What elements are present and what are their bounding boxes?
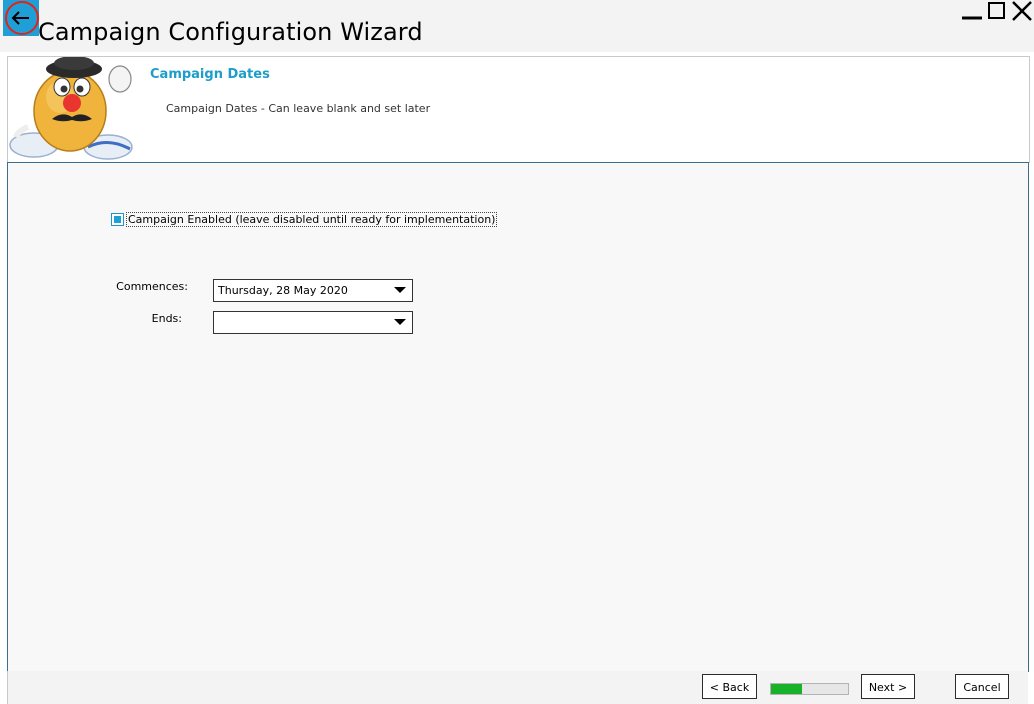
back-arrow-icon bbox=[11, 11, 29, 25]
cancel-button[interactable]: Cancel bbox=[955, 674, 1009, 699]
wizard-footer: < Back Next > Cancel bbox=[7, 671, 1028, 704]
checkbox-indeterminate-fill bbox=[114, 216, 121, 223]
chevron-down-icon[interactable] bbox=[394, 319, 406, 325]
step-description: Campaign Dates - Can leave blank and set… bbox=[166, 102, 431, 115]
ends-date-picker[interactable] bbox=[213, 311, 413, 334]
next-button[interactable]: Next > bbox=[861, 674, 915, 699]
commences-date-picker[interactable]: Thursday, 28 May 2020 bbox=[213, 279, 413, 302]
window-title: Campaign Configuration Wizard bbox=[38, 18, 423, 46]
commences-label: Commences: bbox=[116, 280, 188, 293]
back-button[interactable]: < Back bbox=[702, 674, 757, 699]
commences-value: Thursday, 28 May 2020 bbox=[218, 284, 348, 297]
wizard-header: Campaign Dates Campaign Dates - Can leav… bbox=[7, 56, 1030, 163]
title-bar: Campaign Configuration Wizard bbox=[0, 0, 1034, 52]
back-arrow-button[interactable] bbox=[3, 0, 39, 36]
wizard-progress-bar bbox=[770, 683, 849, 695]
chevron-down-icon[interactable] bbox=[394, 287, 406, 293]
step-title: Campaign Dates bbox=[150, 67, 270, 82]
potato-mascot-icon bbox=[9, 57, 133, 160]
campaign-enabled-label[interactable]: Campaign Enabled (leave disabled until r… bbox=[126, 212, 498, 227]
minimize-icon[interactable] bbox=[960, 0, 984, 22]
window-controls bbox=[960, 0, 1034, 22]
ends-label: Ends: bbox=[151, 312, 182, 325]
wizard-content: Campaign Enabled (leave disabled until r… bbox=[7, 162, 1029, 672]
close-icon[interactable] bbox=[1010, 0, 1034, 22]
maximize-icon[interactable] bbox=[986, 0, 1008, 22]
progress-fill bbox=[771, 684, 802, 694]
campaign-enabled-checkbox[interactable] bbox=[111, 213, 124, 226]
